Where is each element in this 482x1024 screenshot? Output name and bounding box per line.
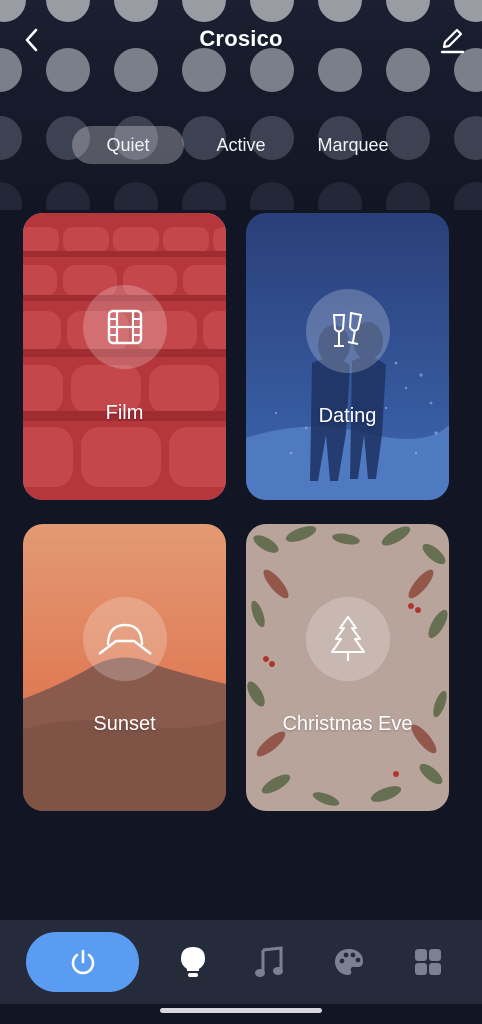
music-icon: [255, 946, 283, 977]
tab-active[interactable]: Active: [194, 126, 288, 164]
nav-palette-button[interactable]: [329, 942, 369, 982]
scene-icon-holder: [83, 597, 167, 681]
power-button[interactable]: [26, 932, 139, 992]
scene-card-sunset[interactable]: Sunset: [23, 524, 226, 811]
bulb-icon: [181, 947, 205, 977]
scene-card-dating[interactable]: Dating: [246, 213, 449, 500]
sunset-icon: [98, 623, 152, 655]
nav-grid-button[interactable]: [408, 942, 448, 982]
power-icon: [71, 949, 94, 975]
palette-icon: [335, 949, 363, 975]
mode-tabs: Quiet Active Marquee: [0, 126, 482, 164]
scene-label-film: Film: [105, 402, 144, 424]
christmas-tree-icon: [331, 616, 365, 661]
scene-icon-holder: [83, 285, 167, 369]
film-icon: [107, 309, 143, 345]
scene-label-dating: Dating: [318, 405, 377, 427]
home-indicator: [160, 1008, 322, 1013]
scene-icon-holder: [306, 289, 390, 373]
scene-label-christmas-eve: Christmas Eve: [282, 713, 413, 735]
app-header: Crosico: [0, 18, 482, 62]
nav-music-button[interactable]: [250, 942, 290, 982]
edit-button[interactable]: [434, 22, 470, 58]
scene-card-christmas-eve[interactable]: Christmas Eve: [246, 524, 449, 811]
grid-icon: [415, 949, 441, 975]
pencil-icon: [440, 28, 465, 54]
tab-marquee[interactable]: Marquee: [300, 126, 406, 164]
tab-quiet[interactable]: Quiet: [72, 126, 184, 164]
bottom-navigation: [0, 920, 482, 1004]
scene-label-sunset: Sunset: [93, 713, 156, 735]
nav-bulb-button[interactable]: [173, 942, 213, 982]
page-title: Crosico: [199, 26, 283, 51]
scene-card-film[interactable]: Film: [23, 213, 226, 500]
champagne-glasses-icon: [332, 311, 363, 347]
scene-icon-holder: [306, 597, 390, 681]
